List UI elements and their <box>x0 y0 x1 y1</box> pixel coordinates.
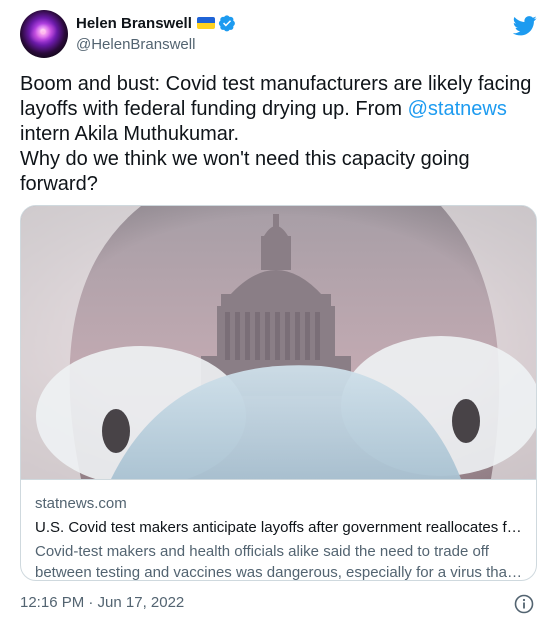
verified-badge-icon <box>218 14 236 32</box>
tweet-timestamp[interactable]: 12:16 PM · Jun 17, 2022 <box>20 594 184 611</box>
tweet-text-line: Why do we think we won't need this capac… <box>20 148 470 170</box>
card-description-line: between testing and vaccines was dangero… <box>35 564 524 581</box>
twitter-bird-icon[interactable] <box>512 16 537 36</box>
mention-link[interactable]: @statnews <box>408 98 507 120</box>
tweet-text-line: Boom and bust: Covid test manufacturers … <box>20 73 532 95</box>
author-display-name[interactable]: Helen Branswell <box>76 15 192 32</box>
tweet-text-line: layoffs with federal funding drying up. … <box>20 97 540 122</box>
card-body[interactable]: statnews.com U.S. Covid test makers anti… <box>21 479 536 581</box>
tweet-text-line: forward? <box>20 173 98 195</box>
ukraine-flag-icon <box>196 17 215 29</box>
card-description: Covid-test makers and health officials a… <box>35 541 524 581</box>
author-name-row: Helen Branswell <box>76 12 236 34</box>
card-domain: statnews.com <box>35 495 127 512</box>
author-handle[interactable]: @HelenBranswell <box>76 36 195 53</box>
tweet[interactable]: Helen Branswell @HelenBranswell Boom and… <box>0 0 559 621</box>
card-image[interactable] <box>21 206 536 479</box>
tweet-text: Boom and bust: Covid test manufacturers … <box>20 72 540 197</box>
avatar[interactable] <box>20 10 68 58</box>
card-title: U.S. Covid test makers anticipate layoff… <box>35 519 524 536</box>
tweet-text-line: intern Akila Muthukumar. <box>20 123 239 145</box>
tweet-text-segment: layoffs with federal funding drying up. … <box>20 98 408 120</box>
info-icon[interactable] <box>514 594 534 614</box>
card-description-line: Covid-test makers and health officials a… <box>35 543 489 560</box>
link-preview-card[interactable]: statnews.com U.S. Covid test makers anti… <box>20 205 537 581</box>
